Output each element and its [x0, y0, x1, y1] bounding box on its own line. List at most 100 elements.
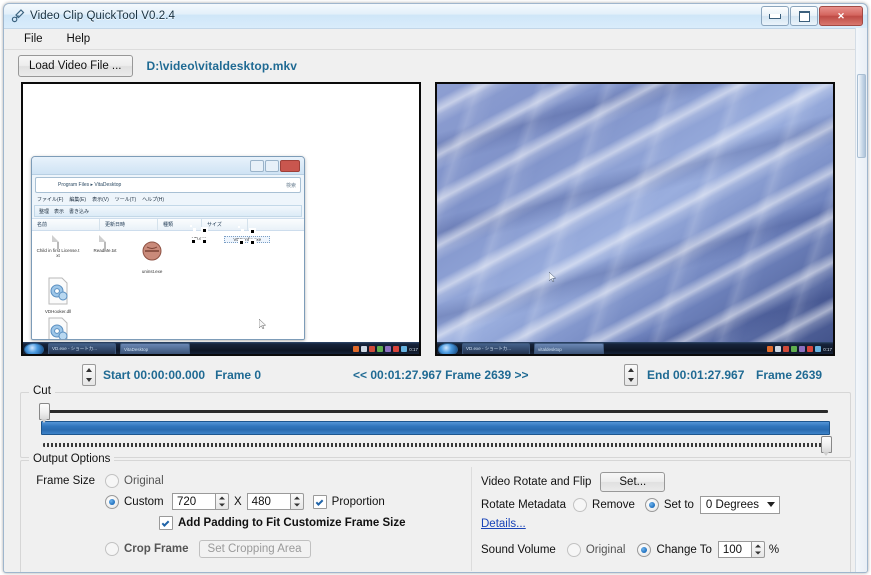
stepper-down-icon[interactable] [625, 375, 637, 385]
current-position-label[interactable]: << 00:01:27.967 Frame 2639 >> [353, 368, 528, 382]
scrollbar-thumb[interactable] [857, 74, 866, 158]
tray-icon-1 [767, 346, 774, 352]
rotate-degrees-select[interactable]: 0 Degrees [699, 495, 780, 514]
chevron-down-icon [766, 502, 775, 508]
explorer-menu-edit: 編集(E) [69, 197, 87, 203]
list-item: VDHooker.dll [36, 276, 80, 314]
application-window: Video Clip QuickTool V0.2.4 ✕ File Help … [3, 3, 868, 573]
wallpaper-image [435, 82, 835, 356]
cut-start-track[interactable] [43, 409, 828, 413]
app-wrench-icon [10, 8, 26, 24]
preview-area: Program Files ▸ VitaDesktop 検索 ファイル(F) 編… [21, 82, 852, 360]
system-tray: 0:17 [767, 346, 832, 352]
rotate-metadata-remove-radio[interactable] [573, 497, 588, 512]
cut-start-thumb[interactable] [39, 402, 51, 423]
stepper-down-icon[interactable] [83, 375, 95, 385]
document-icon [57, 235, 59, 249]
tray-icon-1 [353, 346, 360, 352]
cut-end-thumb[interactable] [820, 435, 832, 456]
taskbar-task: VD.exe - ショートカ... [462, 343, 530, 355]
end-time-label: End 00:01:27.967 [647, 368, 745, 382]
list-item: uninst.exe [130, 236, 174, 274]
add-padding-checkbox[interactable] [159, 515, 173, 530]
proportion-checkbox[interactable] [312, 494, 327, 509]
details-link[interactable]: Details... [481, 518, 526, 530]
frame-size-custom-radio[interactable] [105, 494, 119, 509]
sound-volume-stepper[interactable] [751, 541, 765, 559]
mouse-pointer-icon [548, 271, 557, 283]
preview-start-frame[interactable]: Program Files ▸ VitaDesktop 検索 ファイル(F) 編… [21, 82, 421, 356]
dll-gear-icon [45, 277, 71, 309]
sound-original-radio[interactable] [566, 542, 581, 557]
explorer-menu-bar: ファイル(F) 編集(E) 表示(V) ツール(T) ヘルプ(H) [32, 195, 304, 204]
rotate-metadata-setto-label: Set to [663, 498, 694, 511]
end-frame-stepper[interactable] [624, 364, 638, 386]
list-item-label: Child in first License.txt [36, 248, 80, 258]
window-vertical-scrollbar[interactable] [855, 28, 867, 572]
taskbar-task: VD.exe - ショートカ... [48, 343, 116, 355]
sound-volume-input[interactable]: 100 [717, 541, 752, 559]
column-divider [471, 466, 472, 572]
tray-volume-icon [401, 346, 408, 352]
cut-end-track[interactable] [43, 442, 828, 447]
frame-width-input[interactable]: 720 [172, 493, 216, 511]
frame-navigation-row: Start 00:00:00.000 Frame 0 << 00:01:27.9… [4, 360, 867, 390]
menu-item-help[interactable]: Help [57, 31, 101, 47]
list-item: インストール [36, 316, 80, 339]
uninstall-icon [139, 241, 165, 269]
rotate-metadata-label: Rotate Metadata [481, 498, 567, 511]
list-item: VD.exe [177, 225, 221, 245]
cut-group-legend: Cut [29, 385, 55, 397]
tray-icon-3 [369, 346, 376, 352]
preview-end-frame[interactable]: VD.exe - ショートカ... vitaldesktop 0:17 [435, 82, 835, 356]
tray-icon-3 [783, 346, 790, 352]
video-rotate-flip-set-button[interactable]: Set... [600, 471, 666, 492]
window-controls: ✕ [761, 6, 863, 26]
set-cropping-area-button[interactable]: Set Cropping Area [198, 539, 311, 558]
tray-icon-6 [807, 346, 814, 352]
minimize-button[interactable] [761, 6, 789, 26]
dimension-separator-label: X [234, 495, 242, 508]
frame-size-original-label: Original [124, 474, 164, 487]
frame-height-input[interactable]: 480 [246, 493, 291, 511]
toolbar: Load Video File ... D:\video\vitaldeskto… [4, 50, 867, 82]
maximize-button[interactable] [790, 6, 818, 26]
explorer-toolbar-organize: 整理 [39, 208, 50, 215]
explorer-menu-tools: ツール(T) [114, 197, 137, 203]
add-padding-label: Add Padding to Fit Customize Frame Size [178, 516, 406, 529]
crop-frame-radio[interactable] [105, 541, 119, 556]
rotate-degrees-value: 0 Degrees [705, 498, 759, 511]
explorer-minimize-icon [250, 160, 264, 172]
explorer-window-capture: Program Files ▸ VitaDesktop 検索 ファイル(F) 編… [31, 156, 305, 340]
start-orb-icon [438, 342, 458, 356]
sound-change-to-label: Change To [656, 543, 712, 556]
start-frame-label: Frame 0 [215, 368, 262, 382]
close-button[interactable]: ✕ [819, 6, 863, 26]
stepper-up-icon[interactable] [625, 365, 637, 375]
start-orb-icon [24, 342, 44, 356]
stepper-up-icon[interactable] [83, 365, 95, 375]
load-video-file-button[interactable]: Load Video File ... [18, 55, 133, 77]
rotate-metadata-setto-radio[interactable] [644, 497, 659, 512]
cut-start-slider[interactable] [39, 402, 832, 423]
menu-bar: File Help [4, 29, 867, 50]
sound-change-to-radio[interactable] [637, 542, 652, 557]
menu-item-file[interactable]: File [14, 31, 53, 47]
percent-label: % [768, 543, 780, 556]
tray-volume-icon [815, 346, 822, 352]
explorer-toolbar: 整理 表示 書き込み [34, 205, 302, 217]
close-icon: ✕ [837, 10, 845, 21]
explorer-column-headers: 名前 更新日時 種類 サイズ [32, 218, 304, 231]
captured-taskbar: VD.exe - ショートカ... vitaldesktop 0:17 [435, 342, 835, 356]
explorer-address-text: Program Files ▸ VitaDesktop [58, 182, 122, 188]
frame-height-stepper[interactable] [290, 493, 304, 511]
captured-taskbar: VD.exe - ショートカ... VitaDesktop 0:17 [21, 342, 421, 356]
mouse-pointer-icon [258, 318, 267, 332]
cut-end-slider[interactable] [39, 435, 832, 456]
list-item: Child in first License.txt [36, 235, 80, 258]
frame-width-stepper[interactable] [216, 493, 229, 511]
list-item: ReadMe.txt [83, 235, 127, 253]
frame-size-original-radio[interactable] [105, 473, 119, 488]
start-frame-stepper[interactable] [82, 364, 96, 386]
explorer-toolbar-view: 表示 [54, 208, 65, 215]
